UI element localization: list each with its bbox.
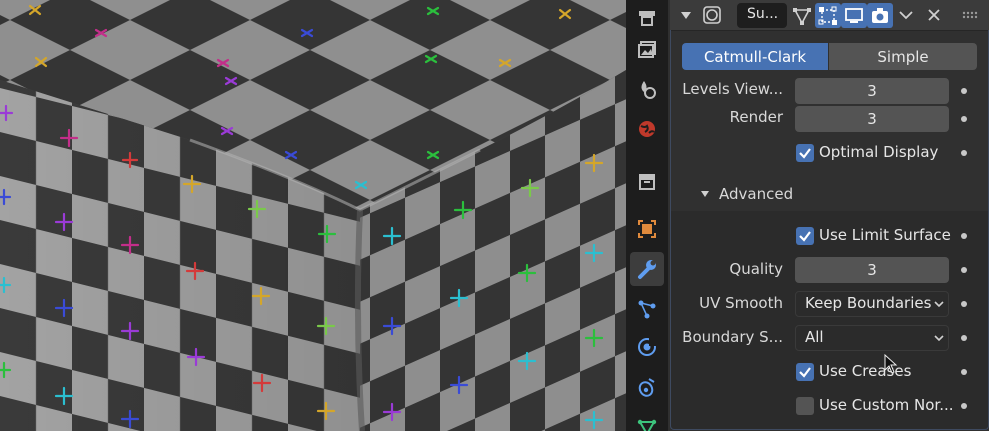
tool-tab-icon <box>639 11 655 26</box>
use-limit-surface-checkbox[interactable] <box>796 227 814 245</box>
render-tab[interactable] <box>630 32 664 66</box>
modifier-tab-icon <box>638 260 656 279</box>
constraints-tab-icon <box>638 378 655 397</box>
tool-tab[interactable] <box>630 0 664 34</box>
mouse-cursor-icon <box>884 354 898 374</box>
collection-tab-icon <box>639 174 655 190</box>
object-tab-icon <box>638 220 656 238</box>
output-tab[interactable] <box>630 72 664 106</box>
output-tab-icon <box>641 81 656 99</box>
data-tab[interactable] <box>630 410 664 431</box>
modifier-name-field[interactable]: Su... <box>737 3 787 28</box>
animate-property-dot[interactable] <box>961 88 967 94</box>
render-icon <box>872 7 888 23</box>
boundary-smooth-value: All <box>805 328 824 346</box>
drag-handle-icon[interactable] <box>962 11 978 19</box>
optimal-display-label[interactable]: Optimal Display <box>819 143 938 161</box>
boundary-smooth-label: Boundary S... <box>682 328 783 346</box>
render-toggle[interactable] <box>867 3 893 28</box>
use-custom-normals-label[interactable]: Use Custom Nor... <box>819 396 954 414</box>
levels-viewport-label: Levels View... <box>682 80 783 98</box>
physics-tab[interactable] <box>630 330 664 364</box>
simple-button[interactable]: Simple <box>829 43 977 70</box>
boundary-smooth-dropdown[interactable]: All <box>795 325 949 351</box>
levels-viewport-field[interactable]: 3 <box>795 78 949 104</box>
edit-mode-icon <box>793 7 811 25</box>
animate-property-dot[interactable] <box>961 116 967 122</box>
subdivided-cube-render <box>0 0 626 431</box>
viewport-display-icon <box>845 7 863 23</box>
object-tab[interactable] <box>630 212 664 246</box>
modifier-tab[interactable] <box>630 252 664 286</box>
modifier-type-icon <box>703 6 721 24</box>
use-creases-checkbox[interactable] <box>796 363 814 381</box>
collapse-arrow-icon[interactable] <box>680 9 692 21</box>
animate-property-dot[interactable] <box>961 233 967 239</box>
world-tab-icon <box>639 121 655 137</box>
quality-label: Quality <box>729 260 783 278</box>
cage-toggle[interactable] <box>815 3 841 28</box>
particles-tab[interactable] <box>630 292 664 326</box>
chevron-down-icon <box>934 335 944 342</box>
world-tab[interactable] <box>630 112 664 146</box>
animate-property-dot[interactable] <box>961 369 967 375</box>
checkmark-icon <box>799 148 811 159</box>
properties-tab-column <box>626 0 668 431</box>
uv-smooth-value: Keep Boundaries <box>805 294 932 312</box>
use-custom-normals-checkbox[interactable] <box>796 397 814 415</box>
checkmark-icon <box>799 367 811 378</box>
dropdown-icon[interactable] <box>898 9 914 21</box>
physics-tab-icon <box>638 338 657 356</box>
animate-property-dot[interactable] <box>961 335 967 341</box>
use-limit-surface-label[interactable]: Use Limit Surface <box>819 226 951 244</box>
advanced-subpanel-title[interactable]: Advanced <box>719 185 793 203</box>
viewport-display-toggle[interactable] <box>841 3 867 28</box>
chevron-down-icon <box>934 301 944 308</box>
animate-property-dot[interactable] <box>961 150 967 156</box>
edit-mode-toggle[interactable] <box>789 3 815 28</box>
data-tab-icon <box>637 419 657 431</box>
constraints-tab[interactable] <box>630 370 664 404</box>
render-levels-label: Render <box>729 108 783 126</box>
uv-smooth-label: UV Smooth <box>699 294 783 312</box>
cage-icon <box>818 6 837 25</box>
render-tab-icon <box>638 41 656 58</box>
catmull-clark-button[interactable]: Catmull-Clark <box>682 43 828 70</box>
render-levels-field[interactable]: 3 <box>795 106 949 132</box>
3d-viewport[interactable] <box>0 0 626 431</box>
animate-property-dot[interactable] <box>961 301 967 307</box>
animate-property-dot[interactable] <box>961 267 967 273</box>
expand-arrow-icon[interactable] <box>700 189 710 199</box>
uv-smooth-dropdown[interactable]: Keep Boundaries <box>795 291 949 317</box>
checkmark-icon <box>799 231 811 242</box>
quality-field[interactable]: 3 <box>795 257 949 283</box>
optimal-display-checkbox[interactable] <box>796 144 814 162</box>
collection-tab[interactable] <box>630 164 664 198</box>
particles-tab-icon <box>638 300 656 319</box>
close-icon[interactable] <box>927 8 941 22</box>
animate-property-dot[interactable] <box>961 403 967 409</box>
